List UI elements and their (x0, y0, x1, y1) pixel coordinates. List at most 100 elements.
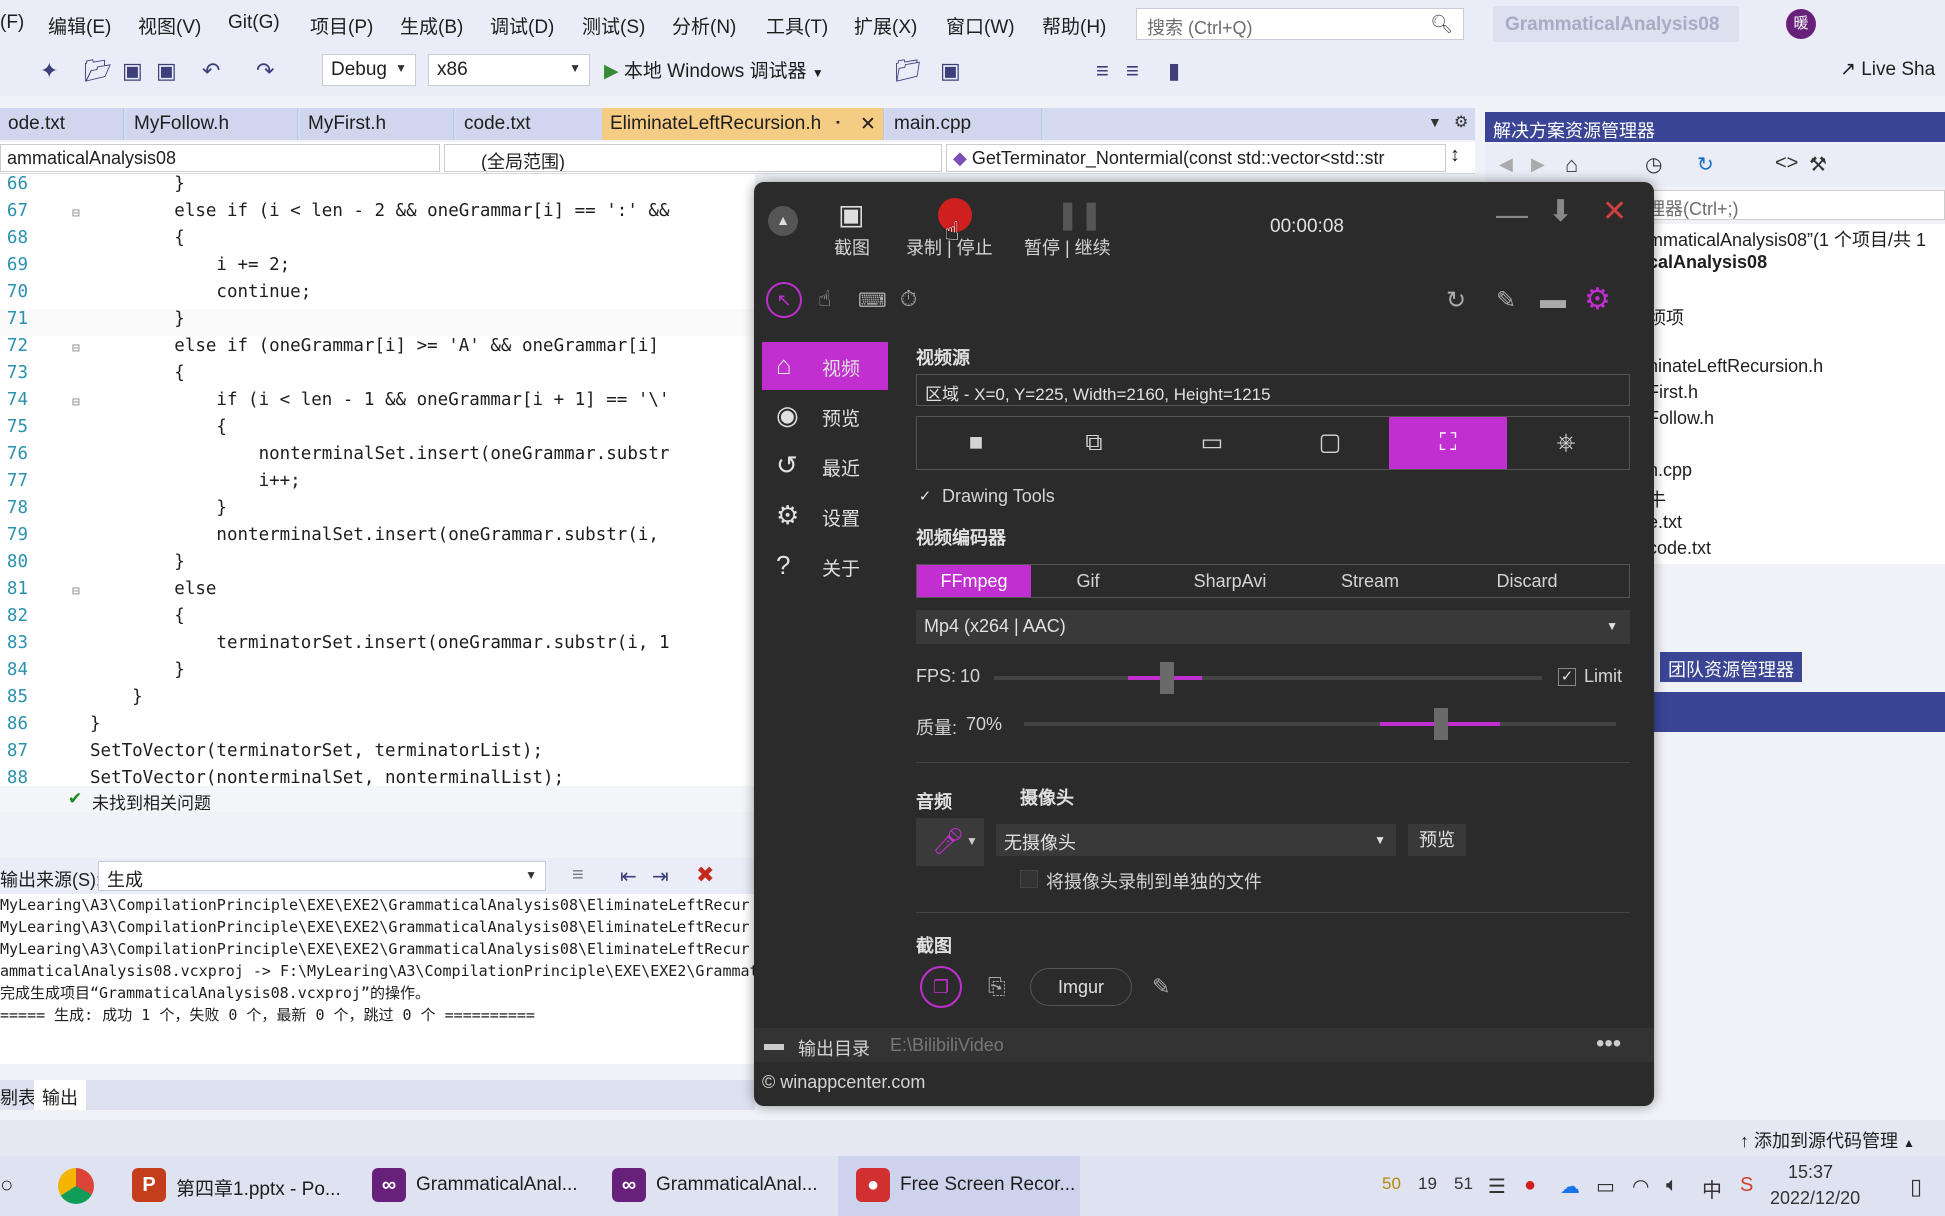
sogou-icon[interactable]: S (1740, 1174, 1753, 1197)
recording-tray-icon[interactable]: ● (1524, 1174, 1536, 1197)
tree-item[interactable]: mmaticalAnalysis08”(1 个项目/共 1 (1648, 226, 1926, 252)
code-view-icon[interactable]: <> (1775, 152, 1798, 175)
menu-analyze[interactable]: 分析(N) (672, 12, 736, 39)
prev-message-icon[interactable]: ⇤ (620, 864, 637, 889)
more-icon[interactable]: ••• (1596, 1030, 1621, 1058)
search-icon[interactable]: ○ (0, 1172, 13, 1198)
nav-about[interactable]: ? 关于 (762, 542, 888, 590)
menu-git[interactable]: Git(G) (228, 12, 280, 34)
quality-slider[interactable] (1024, 708, 1616, 740)
cursor-icon[interactable]: ↖ (766, 282, 802, 318)
find-icon[interactable]: ≡ (572, 864, 584, 887)
screen-icon[interactable]: ▭ (1153, 417, 1271, 469)
slider-thumb[interactable] (1434, 708, 1448, 740)
tab-overflow-icon[interactable]: ▼ (1428, 114, 1442, 130)
folder-icon[interactable]: ▬ (1540, 284, 1566, 315)
gear-icon[interactable]: ⚙ (1584, 282, 1611, 317)
indent-icon[interactable]: ≡ (1096, 58, 1109, 84)
tree-item[interactable]: calAnalysis08 (1648, 252, 1767, 273)
encoder-gif[interactable]: Gif (1031, 565, 1145, 597)
scope-dropdown[interactable]: (全局范围) (444, 144, 942, 172)
tab-eliminateleftrecursion-h[interactable]: EliminateLeftRecursion.h ⬝ ✕ (602, 108, 884, 140)
wrench-icon[interactable]: ⚒ (1809, 152, 1827, 177)
battery-icon[interactable]: ▭ (1596, 1174, 1615, 1199)
gear-icon[interactable]: ⚙ (1454, 112, 1468, 132)
split-icon[interactable]: ↕ (1450, 144, 1460, 167)
menu-build[interactable]: 生成(B) (400, 12, 463, 39)
open-folder-icon[interactable]: 📂︎ (84, 58, 112, 84)
imgur-button[interactable]: Imgur (1030, 968, 1132, 1006)
volume-icon[interactable]: 🔈︎ (1666, 1174, 1678, 1197)
back-icon[interactable]: ◀ (1499, 154, 1513, 175)
bookmark-icon[interactable]: ▮ (1168, 58, 1180, 84)
output-log[interactable]: MyLearing\A3\CompilationPrinciple\EXE\EX… (0, 894, 755, 1064)
format-dropdown[interactable]: Mp4 (x264 | AAC) ▼ (916, 610, 1630, 644)
menu-file[interactable]: (F) (0, 12, 24, 34)
encoder-ffmpeg[interactable]: FFmpeg (917, 565, 1031, 597)
undo-icon[interactable]: ↶ (202, 58, 220, 84)
history-icon[interactable]: ◷ (1645, 152, 1662, 177)
live-share-button[interactable]: ↗ Live Sha (1840, 58, 1935, 81)
nav-preview[interactable]: ◉ 预览 (762, 392, 888, 440)
next-message-icon[interactable]: ⇥ (652, 864, 669, 889)
clear-all-icon[interactable]: ✖ (696, 862, 714, 888)
fps-slider[interactable] (994, 662, 1542, 694)
member-dropdown[interactable]: ◆ GetTerminator_Nontermial(const std::ve… (946, 144, 1446, 172)
start-debugging-button[interactable]: ▶ 本地 Windows 调试器 ▼ (604, 56, 824, 83)
pause-resume-button[interactable]: ❚❚ 暂停 | 继续 (1024, 198, 1124, 258)
timer-icon[interactable]: ⏱ (900, 286, 917, 312)
tree-item[interactable]: First.h (1648, 382, 1698, 403)
refresh-icon[interactable]: ↻ (1446, 286, 1466, 315)
menu-window[interactable]: 窗口(W) (946, 12, 1015, 39)
pencil-icon[interactable]: ✎ (1152, 974, 1170, 1000)
keyboard-icon[interactable]: ⌨ (858, 288, 887, 313)
tab-myfollow-h[interactable]: MyFollow.h (126, 108, 298, 140)
tab-output[interactable]: 输出 (34, 1080, 86, 1110)
minimize-icon[interactable]: — (1496, 196, 1528, 233)
clock-date[interactable]: 2022/12/20 (1770, 1188, 1860, 1209)
encoder-stream[interactable]: Stream (1315, 565, 1425, 597)
pin-icon[interactable]: ⬝ (836, 113, 840, 130)
camera-dropdown[interactable]: 无摄像头 ▼ (996, 824, 1396, 856)
brush-icon[interactable]: ✎ (1496, 286, 1516, 315)
tab-main-cpp[interactable]: main.cpp (886, 108, 1042, 140)
folder-icon[interactable]: ▬ (764, 1033, 784, 1056)
collapse-icon[interactable]: ⊟ (72, 395, 80, 410)
avatar[interactable]: 暖 (1786, 9, 1816, 39)
minimize-to-tray-icon[interactable]: ⬇ (1548, 194, 1573, 229)
tree-item[interactable]: n.cpp (1648, 460, 1692, 481)
save-icon[interactable]: ▣ (122, 58, 143, 84)
tab-ode-txt[interactable]: ode.txt (0, 108, 124, 140)
forward-icon[interactable]: ▶ (1531, 154, 1545, 175)
folder-icon[interactable]: 📁︎ (894, 58, 922, 84)
config-dropdown[interactable]: Debug ▼ (322, 54, 416, 86)
redo-icon[interactable]: ↷ (256, 58, 274, 84)
nav-recent[interactable]: ↺ 最近 (762, 442, 888, 490)
outdent-icon[interactable]: ≡ (1126, 58, 1139, 84)
camera-preview-button[interactable]: 预览 (1408, 824, 1466, 856)
nav-settings[interactable]: ⚙ 设置 (762, 492, 888, 540)
click-icon[interactable]: ☝ (818, 286, 831, 312)
taskbar-vs-2[interactable]: ∞ GrammaticalAnal... (594, 1156, 830, 1216)
region-icon[interactable]: ⛶ (1389, 417, 1507, 469)
platform-dropdown[interactable]: x86 ▼ (428, 54, 590, 86)
refresh-icon[interactable]: ↻ (1697, 152, 1714, 177)
close-icon[interactable]: ✕ (860, 113, 876, 136)
home-icon[interactable]: ⌂ (1565, 152, 1578, 178)
source-control-button[interactable]: ↑ 添加到源代码管理 ▲ (1740, 1127, 1915, 1153)
gamepad-icon[interactable]: ⎈ (1507, 417, 1625, 469)
chrome-icon[interactable] (58, 1168, 94, 1204)
nav-video[interactable]: ⌂ 视频 (762, 342, 888, 390)
wifi-icon[interactable]: ◠ (1632, 1174, 1649, 1199)
encoder-sharpavi[interactable]: SharpAvi (1145, 565, 1315, 597)
menu-view[interactable]: 视图(V) (138, 12, 201, 39)
file-save-icon[interactable]: ❐ (920, 966, 962, 1008)
window-icon[interactable]: ▣ (940, 58, 961, 84)
ime-indicator[interactable]: 中 (1702, 1174, 1722, 1203)
screenshot-button[interactable]: ▣ 截图 (824, 198, 884, 258)
menu-debug[interactable]: 调试(D) (490, 12, 554, 39)
collapse-icon[interactable]: ▲ (768, 206, 798, 236)
solution-search-input[interactable]: 理器(Ctrl+;) (1640, 190, 1945, 220)
collapse-icon[interactable]: ⊟ (72, 206, 80, 221)
new-project-icon[interactable]: ✦ (40, 58, 58, 84)
